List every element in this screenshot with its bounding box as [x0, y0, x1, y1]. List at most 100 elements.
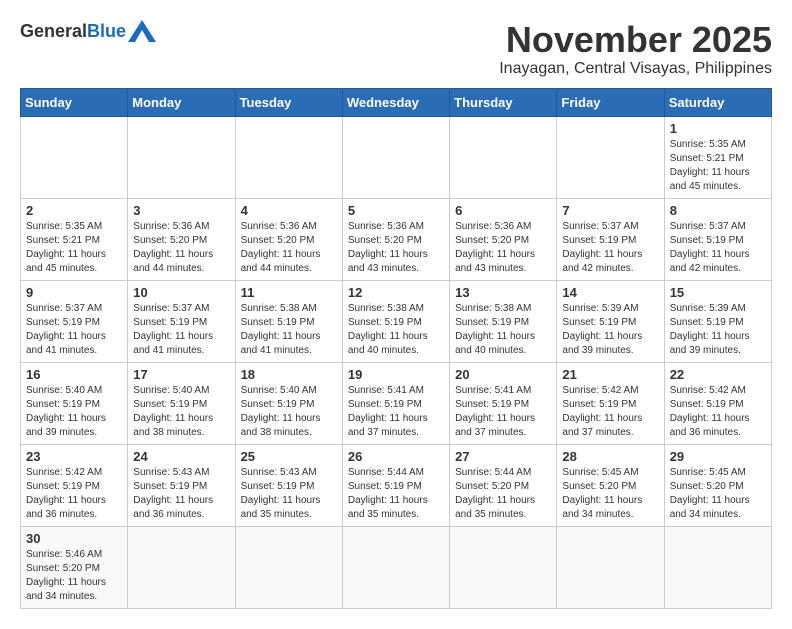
day-number: 8: [670, 203, 766, 218]
day-info: Sunrise: 5:44 AM Sunset: 5:19 PM Dayligh…: [348, 466, 444, 522]
calendar-cell: 4 Sunrise: 5:36 AM Sunset: 5:20 PM Daylig…: [235, 198, 342, 280]
day-info: Sunrise: 5:42 AM Sunset: 5:19 PM Dayligh…: [670, 384, 766, 440]
day-info: Sunrise: 5:36 AM Sunset: 5:20 PM Dayligh…: [348, 220, 444, 276]
day-number: 19: [348, 367, 444, 382]
calendar-cell: 8 Sunrise: 5:37 AM Sunset: 5:19 PM Daylig…: [664, 198, 771, 280]
day-number: 7: [562, 203, 658, 218]
calendar-cell: 30Sunrise: 5:46 AM Sunset: 5:20 PM Dayli…: [21, 526, 128, 608]
calendar-cell: 12 Sunrise: 5:38 AM Sunset: 5:19 PM Dayli…: [342, 280, 449, 362]
calendar-cell: 1Sunrise: 5:35 AM Sunset: 5:21 PM Daylig…: [664, 116, 771, 198]
calendar-cell: 19Sunrise: 5:41 AM Sunset: 5:19 PM Dayli…: [342, 362, 449, 444]
day-number: 14: [562, 285, 658, 300]
day-number: 3: [133, 203, 229, 218]
day-number: 28: [562, 449, 658, 464]
day-info: Sunrise: 5:44 AM Sunset: 5:20 PM Dayligh…: [455, 466, 551, 522]
calendar-cell: 25Sunrise: 5:43 AM Sunset: 5:19 PM Dayli…: [235, 444, 342, 526]
day-info: Sunrise: 5:38 AM Sunset: 5:19 PM Dayligh…: [455, 302, 551, 358]
day-number: 13: [455, 285, 551, 300]
day-number: 9: [26, 285, 122, 300]
weekday-header-monday: Monday: [128, 88, 235, 116]
calendar-week-6: 30Sunrise: 5:46 AM Sunset: 5:20 PM Dayli…: [21, 526, 772, 608]
day-info: Sunrise: 5:46 AM Sunset: 5:20 PM Dayligh…: [26, 548, 122, 604]
calendar-week-1: 1Sunrise: 5:35 AM Sunset: 5:21 PM Daylig…: [21, 116, 772, 198]
calendar-cell: [450, 116, 557, 198]
day-info: Sunrise: 5:45 AM Sunset: 5:20 PM Dayligh…: [562, 466, 658, 522]
day-info: Sunrise: 5:35 AM Sunset: 5:21 PM Dayligh…: [26, 220, 122, 276]
day-info: Sunrise: 5:42 AM Sunset: 5:19 PM Dayligh…: [26, 466, 122, 522]
weekday-header-saturday: Saturday: [664, 88, 771, 116]
location-title: Inayagan, Central Visayas, Philippines: [499, 60, 772, 78]
day-number: 6: [455, 203, 551, 218]
day-info: Sunrise: 5:39 AM Sunset: 5:19 PM Dayligh…: [562, 302, 658, 358]
calendar-cell: [342, 526, 449, 608]
calendar-cell: [342, 116, 449, 198]
weekday-header-wednesday: Wednesday: [342, 88, 449, 116]
calendar-cell: 27 Sunrise: 5:44 AM Sunset: 5:20 PM Dayli…: [450, 444, 557, 526]
calendar-cell: 21Sunrise: 5:42 AM Sunset: 5:19 PM Dayli…: [557, 362, 664, 444]
calendar-week-3: 9 Sunrise: 5:37 AM Sunset: 5:19 PM Daylig…: [21, 280, 772, 362]
day-info: Sunrise: 5:40 AM Sunset: 5:19 PM Dayligh…: [133, 384, 229, 440]
day-info: Sunrise: 5:40 AM Sunset: 5:19 PM Dayligh…: [26, 384, 122, 440]
day-number: 1: [670, 121, 766, 136]
calendar-cell: 28 Sunrise: 5:45 AM Sunset: 5:20 PM Dayli…: [557, 444, 664, 526]
day-number: 11: [241, 285, 337, 300]
calendar-cell: 15Sunrise: 5:39 AM Sunset: 5:19 PM Dayli…: [664, 280, 771, 362]
logo-icon: [128, 20, 156, 42]
day-info: Sunrise: 5:36 AM Sunset: 5:20 PM Dayligh…: [455, 220, 551, 276]
calendar-cell: 29Sunrise: 5:45 AM Sunset: 5:20 PM Dayli…: [664, 444, 771, 526]
month-title: November 2025: [499, 20, 772, 60]
calendar-week-2: 2 Sunrise: 5:35 AM Sunset: 5:21 PM Daylig…: [21, 198, 772, 280]
logo-area: General Blue: [20, 20, 156, 42]
day-info: Sunrise: 5:38 AM Sunset: 5:19 PM Dayligh…: [241, 302, 337, 358]
day-number: 12: [348, 285, 444, 300]
day-info: Sunrise: 5:45 AM Sunset: 5:20 PM Dayligh…: [670, 466, 766, 522]
calendar-cell: 9Sunrise: 5:37 AM Sunset: 5:19 PM Daylig…: [21, 280, 128, 362]
calendar-cell: 11 Sunrise: 5:38 AM Sunset: 5:19 PM Dayli…: [235, 280, 342, 362]
day-number: 21: [562, 367, 658, 382]
calendar-cell: 5Sunrise: 5:36 AM Sunset: 5:20 PM Daylig…: [342, 198, 449, 280]
day-info: Sunrise: 5:36 AM Sunset: 5:20 PM Dayligh…: [241, 220, 337, 276]
calendar-cell: 16 Sunrise: 5:40 AM Sunset: 5:19 PM Dayli…: [21, 362, 128, 444]
logo-blue-text: Blue: [87, 21, 126, 42]
day-info: Sunrise: 5:41 AM Sunset: 5:19 PM Dayligh…: [455, 384, 551, 440]
calendar-cell: [21, 116, 128, 198]
logo: General Blue: [20, 20, 156, 42]
day-number: 17: [133, 367, 229, 382]
calendar-cell: 14 Sunrise: 5:39 AM Sunset: 5:19 PM Dayli…: [557, 280, 664, 362]
calendar-cell: [235, 116, 342, 198]
calendar-cell: 13 Sunrise: 5:38 AM Sunset: 5:19 PM Dayli…: [450, 280, 557, 362]
calendar-week-4: 16 Sunrise: 5:40 AM Sunset: 5:19 PM Dayli…: [21, 362, 772, 444]
calendar-cell: 24Sunrise: 5:43 AM Sunset: 5:19 PM Dayli…: [128, 444, 235, 526]
calendar-cell: [128, 526, 235, 608]
calendar-cell: [557, 526, 664, 608]
day-number: 27: [455, 449, 551, 464]
day-number: 16: [26, 367, 122, 382]
day-info: Sunrise: 5:38 AM Sunset: 5:19 PM Dayligh…: [348, 302, 444, 358]
day-info: Sunrise: 5:40 AM Sunset: 5:19 PM Dayligh…: [241, 384, 337, 440]
day-number: 18: [241, 367, 337, 382]
calendar-table: SundayMondayTuesdayWednesdayThursdayFrid…: [20, 88, 772, 609]
day-number: 20: [455, 367, 551, 382]
day-number: 26: [348, 449, 444, 464]
calendar-cell: 2 Sunrise: 5:35 AM Sunset: 5:21 PM Daylig…: [21, 198, 128, 280]
weekday-header-row: SundayMondayTuesdayWednesdayThursdayFrid…: [21, 88, 772, 116]
day-number: 2: [26, 203, 122, 218]
day-number: 22: [670, 367, 766, 382]
calendar-cell: [128, 116, 235, 198]
calendar-cell: 22 Sunrise: 5:42 AM Sunset: 5:19 PM Dayli…: [664, 362, 771, 444]
logo-general-text: General: [20, 21, 87, 42]
day-number: 4: [241, 203, 337, 218]
day-number: 10: [133, 285, 229, 300]
day-info: Sunrise: 5:37 AM Sunset: 5:19 PM Dayligh…: [133, 302, 229, 358]
day-info: Sunrise: 5:37 AM Sunset: 5:19 PM Dayligh…: [670, 220, 766, 276]
calendar-cell: 10 Sunrise: 5:37 AM Sunset: 5:19 PM Dayli…: [128, 280, 235, 362]
calendar-cell: 6 Sunrise: 5:36 AM Sunset: 5:20 PM Daylig…: [450, 198, 557, 280]
calendar-cell: 23Sunrise: 5:42 AM Sunset: 5:19 PM Dayli…: [21, 444, 128, 526]
weekday-header-tuesday: Tuesday: [235, 88, 342, 116]
weekday-header-friday: Friday: [557, 88, 664, 116]
calendar-week-5: 23Sunrise: 5:42 AM Sunset: 5:19 PM Dayli…: [21, 444, 772, 526]
day-number: 15: [670, 285, 766, 300]
calendar-cell: 18 Sunrise: 5:40 AM Sunset: 5:19 PM Dayli…: [235, 362, 342, 444]
calendar-cell: [557, 116, 664, 198]
weekday-header-sunday: Sunday: [21, 88, 128, 116]
